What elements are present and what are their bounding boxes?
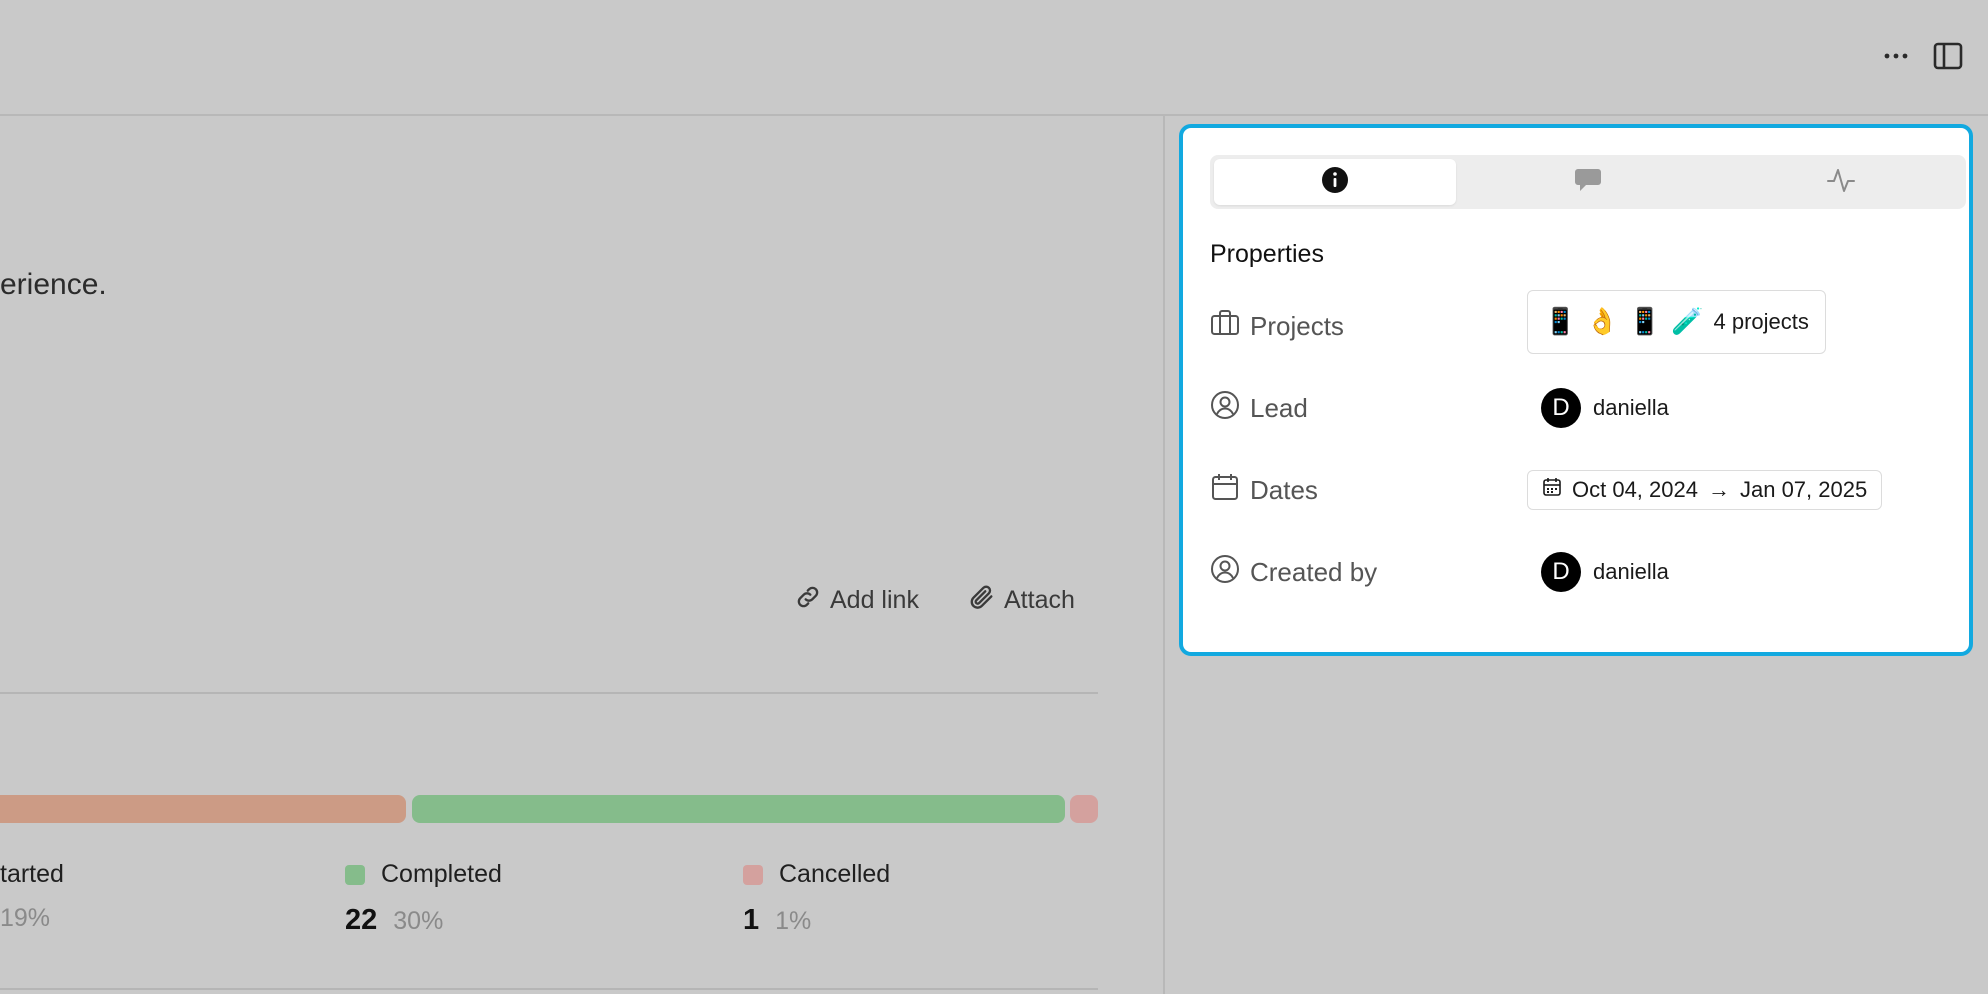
add-link-button[interactable]: Add link xyxy=(794,582,919,618)
calendar-icon xyxy=(1542,477,1562,503)
legend-stats-started: 19% xyxy=(0,904,50,933)
panel-tabs xyxy=(1210,155,1966,209)
section-title: Properties xyxy=(1210,240,1324,268)
legend-stats-cancelled: 1 1% xyxy=(743,904,811,937)
lead-value[interactable]: D daniella xyxy=(1527,388,1669,428)
attach-button[interactable]: Attach xyxy=(968,582,1075,618)
arrow-right-icon: → xyxy=(1707,477,1730,502)
briefcase-icon xyxy=(1210,308,1240,345)
property-projects: Projects 📱 👌 📱 🧪 4 projects xyxy=(1210,290,1950,354)
property-label: Lead xyxy=(1210,388,1308,428)
legend-count: 22 xyxy=(345,904,378,936)
more-horizontal-icon[interactable] xyxy=(1880,40,1912,72)
lead-name: daniella xyxy=(1593,395,1669,420)
created-by-value[interactable]: D daniella xyxy=(1527,552,1669,592)
property-label-text: Lead xyxy=(1250,392,1308,423)
calendar-icon xyxy=(1210,472,1240,509)
legend-percent: 19% xyxy=(0,904,51,932)
panel-divider xyxy=(1163,116,1165,994)
attach-label: Attach xyxy=(1004,585,1075,614)
link-icon xyxy=(794,583,822,618)
top-bar xyxy=(0,0,1988,116)
tab-info[interactable] xyxy=(1214,159,1456,205)
property-lead: Lead D daniella xyxy=(1210,388,1950,428)
property-dates: Dates Oct 04, 2024 → Jan 07, 2025 xyxy=(1210,470,1950,510)
property-label-text: Projects xyxy=(1250,310,1344,341)
divider xyxy=(0,692,1098,694)
progress-segment-cancelled xyxy=(1070,795,1098,823)
activity-icon xyxy=(1825,164,1857,201)
project-emoji: 👌 xyxy=(1586,307,1619,337)
legend-label: Cancelled xyxy=(779,860,891,888)
property-created-by: Created by D daniella xyxy=(1210,552,1950,592)
property-label-text: Created by xyxy=(1250,556,1378,587)
property-label: Created by xyxy=(1210,552,1377,592)
divider xyxy=(0,988,1098,990)
legend-item-cancelled: Cancelled xyxy=(743,860,890,889)
progress-segment-completed xyxy=(412,795,1065,823)
info-icon xyxy=(1321,166,1349,199)
property-label: Projects xyxy=(1210,306,1344,346)
legend-stats-completed: 22 30% xyxy=(345,904,443,937)
user-circle-icon xyxy=(1210,554,1240,591)
end-date: Jan 07, 2025 xyxy=(1739,477,1868,502)
paperclip-icon xyxy=(968,583,996,618)
legend-label: Completed xyxy=(381,860,502,888)
sidebar-panel-icon[interactable] xyxy=(1932,40,1964,72)
avatar: D xyxy=(1541,552,1581,592)
legend-percent: 1% xyxy=(775,907,812,935)
legend-item-completed: Completed xyxy=(345,860,502,889)
legend-percent: 30% xyxy=(393,907,444,935)
legend-swatch xyxy=(345,864,365,885)
legend-swatch xyxy=(743,864,763,885)
user-circle-icon xyxy=(1210,390,1240,427)
tab-comments[interactable] xyxy=(1467,159,1709,205)
property-label-text: Dates xyxy=(1250,474,1318,505)
projects-chip[interactable]: 📱 👌 📱 🧪 4 projects xyxy=(1527,290,1826,354)
legend-item-started: tarted xyxy=(0,860,64,889)
date-range-chip[interactable]: Oct 04, 2024 → Jan 07, 2025 xyxy=(1527,470,1883,510)
progress-segment-started xyxy=(0,795,406,823)
properties-panel: Properties Projects 📱 👌 📱 🧪 4 projects L… xyxy=(1179,124,1973,656)
legend-count: 1 xyxy=(743,904,760,936)
project-emoji: 🧪 xyxy=(1671,307,1704,337)
avatar: D xyxy=(1541,388,1581,428)
project-emoji: 📱 xyxy=(1628,307,1662,337)
description-text[interactable]: erience. xyxy=(0,268,107,302)
creator-name: daniella xyxy=(1593,559,1669,584)
property-label: Dates xyxy=(1210,470,1318,510)
projects-count: 4 projects xyxy=(1713,309,1809,334)
legend-label: tarted xyxy=(0,860,64,888)
add-link-label: Add link xyxy=(830,585,919,614)
project-emoji: 📱 xyxy=(1544,307,1577,337)
start-date: Oct 04, 2024 xyxy=(1572,477,1698,502)
comment-icon xyxy=(1573,165,1603,200)
tab-activity[interactable] xyxy=(1720,159,1962,205)
